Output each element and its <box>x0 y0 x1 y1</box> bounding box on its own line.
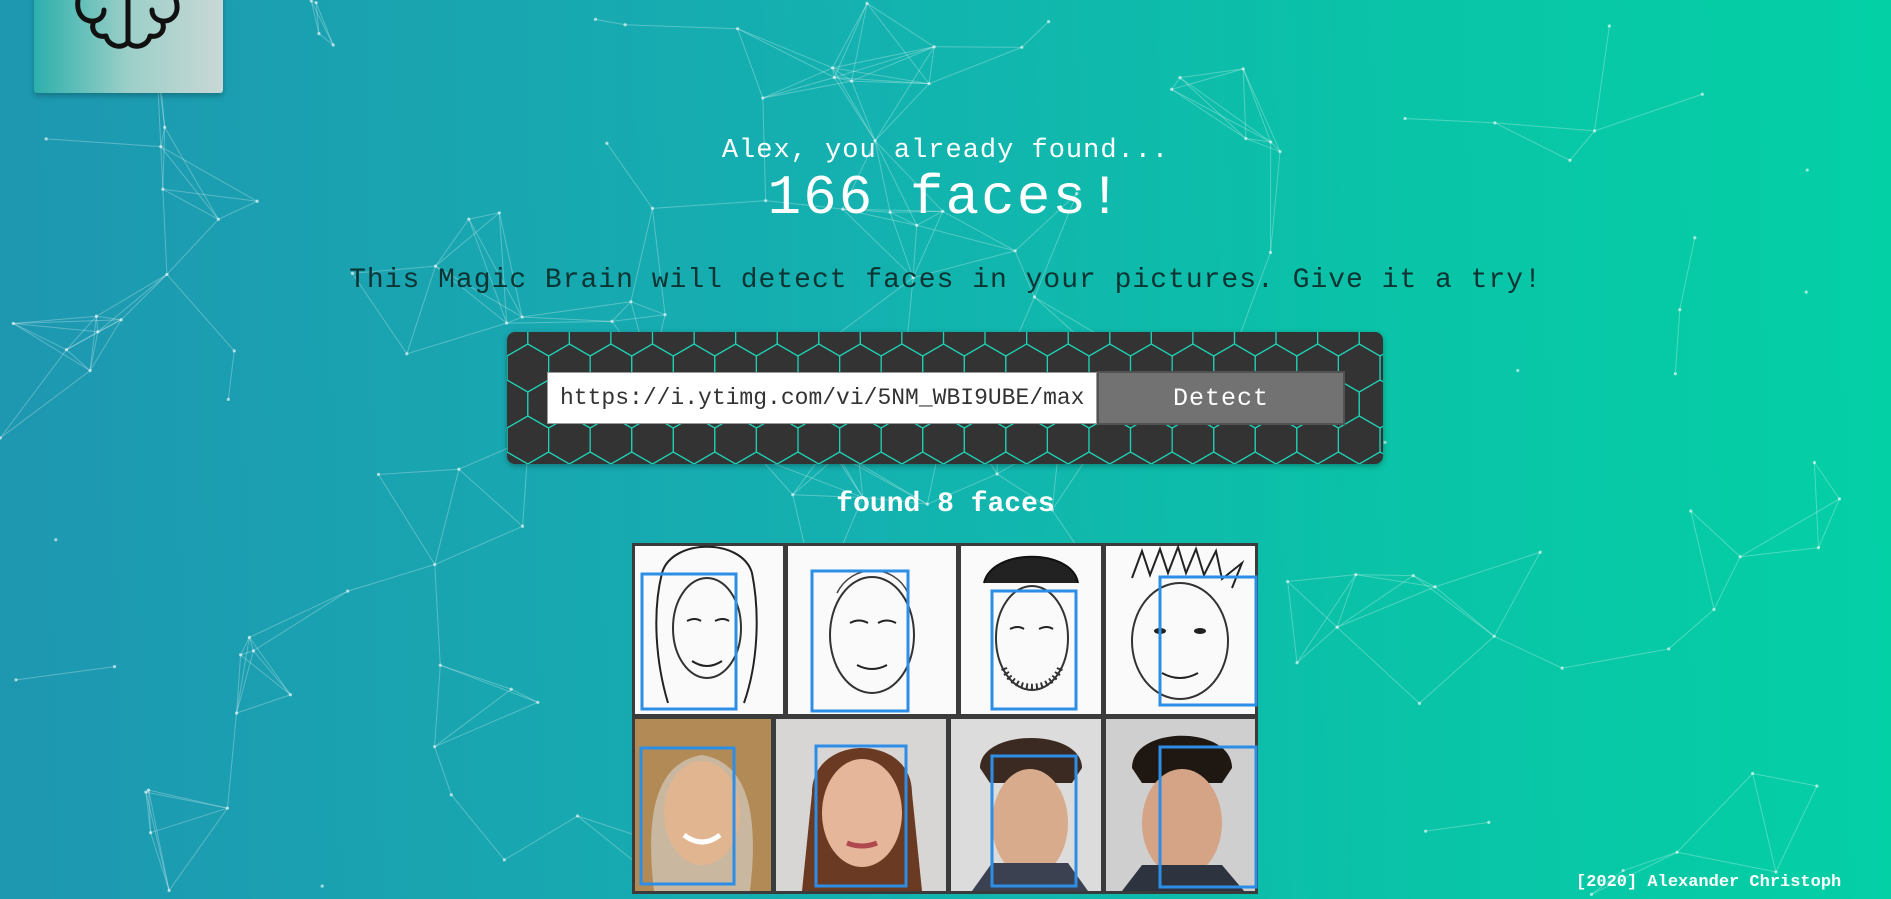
brain-icon <box>75 0 180 49</box>
image-url-input[interactable] <box>547 372 1097 424</box>
sketch-face-4 <box>1106 543 1255 714</box>
url-form-panel: Detect <box>507 332 1383 464</box>
face-count-heading: 166 faces! <box>767 166 1124 230</box>
logo[interactable] <box>34 0 223 93</box>
photo-face-3 <box>951 719 1101 891</box>
sketch-face-3 <box>961 546 1101 714</box>
photo-face-4 <box>1106 719 1255 891</box>
result-image <box>632 543 1258 894</box>
greeting-text: Alex, you already found... <box>721 136 1170 166</box>
tagline-text: This Magic Brain will detect faces in yo… <box>349 265 1542 296</box>
result-count-label: found 8 faces <box>836 489 1055 520</box>
detect-button[interactable]: Detect <box>1097 371 1345 425</box>
sketch-face-1 <box>635 545 783 714</box>
photo-face-1 <box>635 719 771 891</box>
footer-credit: [2020] Alexander Christoph <box>1576 873 1842 892</box>
